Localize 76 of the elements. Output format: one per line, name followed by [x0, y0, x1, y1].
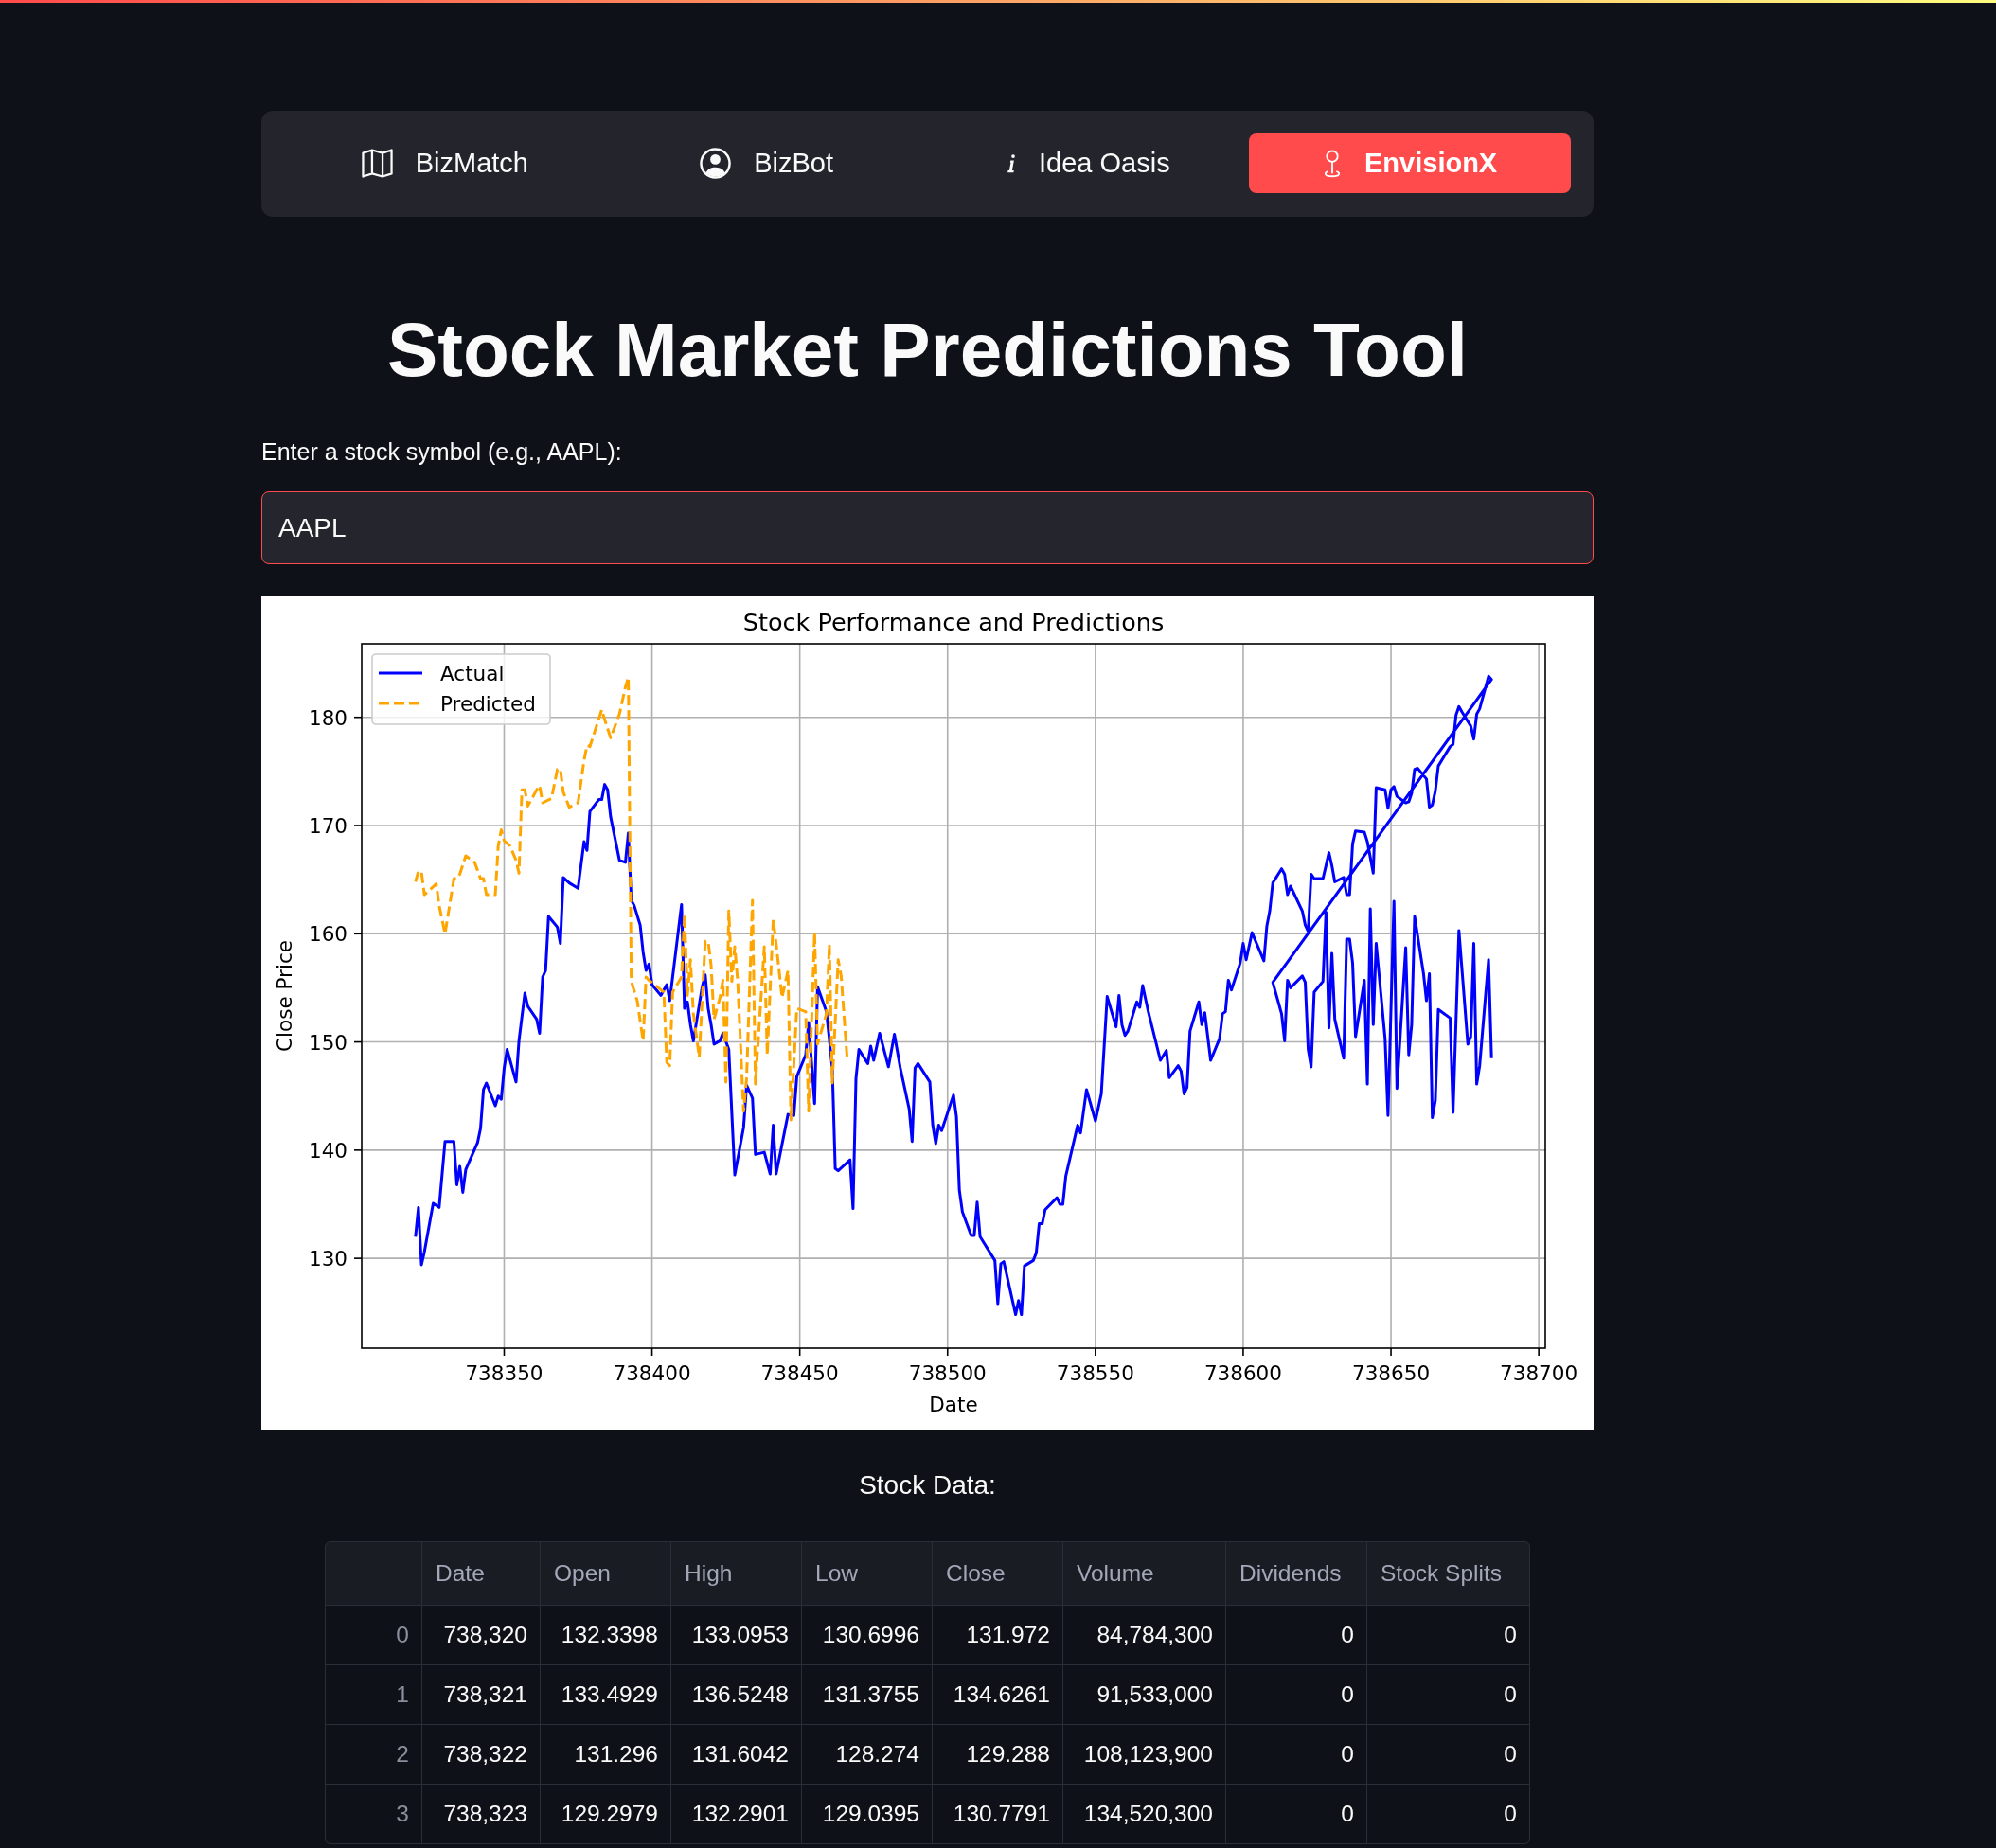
table-heading: Stock Data:: [858, 1469, 997, 1502]
table-cell: 0: [1226, 1785, 1366, 1843]
column-header[interactable]: Date: [422, 1542, 540, 1605]
y-tick-label: 170: [308, 814, 348, 838]
table-cell: 136.5248: [671, 1665, 801, 1724]
x-tick-label: 738650: [1352, 1361, 1431, 1385]
x-tick-label: 738450: [760, 1361, 839, 1385]
page-title: Stock Market Predictions Tool: [386, 307, 1469, 394]
table-cell: 133.4929: [541, 1665, 670, 1724]
table-cell: 0: [1226, 1665, 1366, 1724]
chart-title: Stock Performance and Predictions: [742, 608, 1165, 636]
table-cell: 108,123,900: [1063, 1725, 1225, 1784]
table-cell: 0: [1226, 1606, 1366, 1664]
column-header[interactable]: Open: [541, 1542, 670, 1605]
table-cell: 134.6261: [933, 1665, 1062, 1724]
person-circle-icon: [700, 148, 732, 179]
y-tick-label: 180: [308, 705, 348, 730]
symbol-input[interactable]: AAPL: [261, 491, 1594, 564]
map-icon: [361, 149, 393, 178]
y-tick-label: 160: [308, 922, 348, 947]
y-tick-label: 130: [308, 1247, 348, 1271]
table-cell: 84,784,300: [1063, 1606, 1225, 1664]
table-cell: 129.2979: [541, 1785, 670, 1843]
x-tick-label: 738500: [908, 1361, 987, 1385]
table-cell: 0: [1367, 1606, 1529, 1664]
table-cell: 130.6996: [802, 1606, 932, 1664]
table-cell: 134,520,300: [1063, 1785, 1225, 1843]
table-cell: 738,320: [422, 1606, 540, 1664]
nav-menu-item[interactable]: Idea Oasis: [927, 133, 1250, 193]
table-cell: 131.296: [541, 1725, 670, 1784]
y-tick-label: 140: [308, 1138, 348, 1163]
legend-label: Predicted: [440, 692, 536, 716]
x-tick-label: 738700: [1500, 1361, 1578, 1385]
table-cell: 738,323: [422, 1785, 540, 1843]
column-header[interactable]: Low: [802, 1542, 932, 1605]
table-cell: 91,533,000: [1063, 1665, 1225, 1724]
table-cell: 129.0395: [802, 1785, 932, 1843]
x-tick-label: 738350: [465, 1361, 544, 1385]
info-icon: [1007, 153, 1017, 173]
y-axis-label: Close Price: [273, 940, 296, 1052]
table-cell: 130.7791: [933, 1785, 1062, 1843]
row-index: 1: [326, 1665, 421, 1724]
table-cell: 133.0953: [671, 1606, 801, 1664]
table-cell: 0: [1226, 1725, 1366, 1784]
table-cell: 131.972: [933, 1606, 1062, 1664]
column-header[interactable]: Volume: [1063, 1542, 1225, 1605]
table-cell: 0: [1367, 1785, 1529, 1843]
table-cell: 738,321: [422, 1665, 540, 1724]
x-tick-label: 738600: [1203, 1361, 1282, 1385]
table-cell: 131.6042: [671, 1725, 801, 1784]
legend-line-icon: [379, 702, 422, 705]
row-index: 2: [326, 1725, 421, 1784]
column-header[interactable]: High: [671, 1542, 801, 1605]
legend-line-icon: [379, 671, 422, 675]
column-header[interactable]: Close: [933, 1542, 1062, 1605]
x-tick-label: 738400: [613, 1361, 691, 1385]
column-header[interactable]: Stock Splits: [1367, 1542, 1529, 1605]
table-cell: 128.274: [802, 1725, 932, 1784]
pin-icon: [1323, 149, 1342, 178]
table-cell: 132.2901: [671, 1785, 801, 1843]
nav-menu-item[interactable]: BizBot: [605, 133, 928, 193]
x-tick-label: 738550: [1056, 1361, 1134, 1385]
table-cell: 0: [1367, 1665, 1529, 1724]
symbol-input-label: Enter a stock symbol (e.g., AAPL):: [261, 437, 623, 466]
row-index: 3: [326, 1785, 421, 1843]
table-cell: 738,322: [422, 1725, 540, 1784]
legend-label: Actual: [440, 662, 505, 685]
table-cell: 129.288: [933, 1725, 1062, 1784]
column-header[interactable]: Dividends: [1226, 1542, 1366, 1605]
table-cell: 132.3398: [541, 1606, 670, 1664]
row-index: 0: [326, 1606, 421, 1664]
table-cell: 0: [1367, 1725, 1529, 1784]
x-axis-label: Date: [929, 1393, 978, 1416]
nav-menu-item[interactable]: BizMatch: [284, 133, 606, 193]
y-tick-label: 150: [308, 1030, 348, 1055]
table-cell: 131.3755: [802, 1665, 932, 1724]
